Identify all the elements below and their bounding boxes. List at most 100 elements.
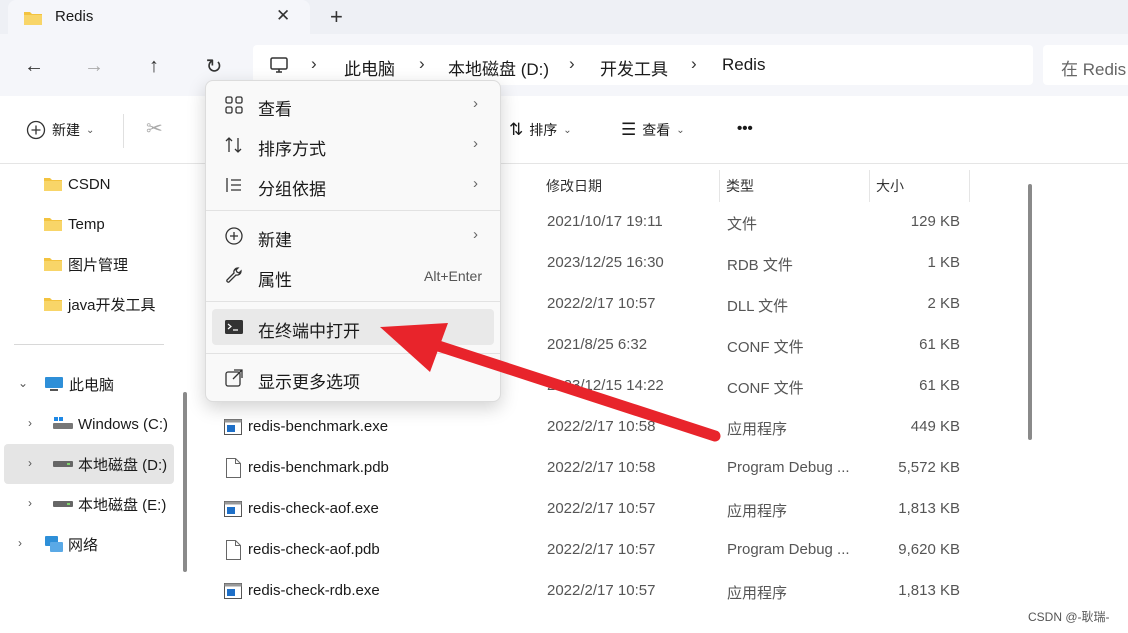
file-type: CONF 文件 [727,380,804,397]
column-label: 类型 [726,178,754,194]
chevron-down-icon: ⌄ [676,124,685,136]
sort-button[interactable]: ⇅ 排序 ⌄ [509,120,572,140]
sidebar-item-java-tools[interactable]: java开发工具 [44,284,156,324]
back-arrow-icon[interactable]: ← [21,53,47,79]
sidebar-item-temp[interactable]: Temp [44,204,105,244]
file-icon [226,540,241,560]
file-size: 9,620 KB [898,541,960,558]
navigation-pane: CSDN Temp 图片管理 java开发工具 ⌄ 此电脑 › Windows … [0,164,190,633]
drive-icon [53,501,73,507]
file-type: Program Debug ... [727,541,850,558]
grid-icon [225,96,243,114]
view-button[interactable]: ☰ 查看 ⌄ [621,120,685,140]
menu-item-properties[interactable]: 属性 Alt+Enter [212,258,494,294]
sidebar-item-label: 网络 [68,536,99,554]
breadcrumb-redis[interactable]: Redis [722,55,765,75]
menu-item-new[interactable]: 新建 › [212,218,494,254]
file-type: DLL 文件 [727,298,789,315]
chevron-right-icon[interactable]: › [28,456,32,470]
sidebar-item-drive-c[interactable]: Windows (C:) [52,404,168,444]
file-row[interactable]: redis-benchmark.pdb 2022/2/17 10:58 Progra… [196,448,976,489]
file-modified: 2022/2/17 10:58 [547,418,656,435]
file-modified: 2022/2/17 10:57 [547,295,656,312]
new-tab-button[interactable]: + [330,4,343,30]
new-label: 新建 [52,122,80,138]
chevron-right-icon[interactable]: › [28,496,32,510]
menu-item-view[interactable]: 查看 › [212,87,494,123]
chevron-down-icon: ⌄ [86,124,95,136]
file-row[interactable]: redis-check-rdb.exe 2022/2/17 10:57 应用程序 1,… [196,571,976,612]
tab-title: Redis [55,8,94,25]
menu-item-sort-by[interactable]: 排序方式 › [212,127,494,163]
file-modified: 2022/2/17 10:57 [547,582,656,599]
more-options-icon[interactable]: ••• [737,120,753,137]
file-row[interactable]: redis-check-aof.exe 2022/2/17 10:57 应用程序 1,… [196,489,976,530]
forward-arrow-icon[interactable]: → [81,53,107,79]
sidebar-item-network[interactable]: 网络 [44,524,98,564]
chevron-right-icon[interactable]: › [18,536,22,550]
sidebar-item-this-pc[interactable]: 此电脑 [44,364,114,404]
chevron-right-icon: › [691,54,697,73]
file-size: 1 KB [927,254,960,271]
column-header-size[interactable]: 大小 [866,170,970,202]
menu-item-open-in-terminal[interactable]: 在终端中打开 [212,309,494,345]
tab-redis[interactable]: Redis ✕ [8,0,310,36]
file-size: 61 KB [919,336,960,353]
menu-divider [206,353,500,354]
up-arrow-icon[interactable]: ↑ [141,53,167,79]
menu-item-show-more-options[interactable]: 显示更多选项 [212,360,494,396]
file-size: 5,572 KB [898,459,960,476]
sidebar-item-label: 本地磁盘 (E:) [78,496,167,514]
folder-icon [44,218,62,231]
sort-label: 排序 [529,122,558,138]
close-icon[interactable]: ✕ [276,6,290,26]
sidebar-item-drive-e[interactable]: 本地磁盘 (E:) [52,484,166,524]
breadcrumb-dev-tools[interactable]: 开发工具 [600,55,668,80]
chevron-right-icon: › [473,135,478,152]
file-modified: 2022/2/17 10:57 [547,500,656,517]
title-bar: Redis ✕ + [0,0,1128,36]
sidebar-item-drive-d[interactable]: 本地磁盘 (D:) [52,444,167,484]
refresh-icon[interactable]: ↻ [201,53,227,79]
command-bar: 新建 ⌄ ✂ ⇅ 排序 ⌄ ☰ 查看 ⌄ ••• [0,96,1128,164]
file-list-scrollbar[interactable] [1028,184,1032,440]
chevron-right-icon: › [569,54,575,73]
file-row[interactable]: redis-check-aof.pdb 2022/2/17 10:57 Progra… [196,530,976,571]
computer-icon [45,377,63,391]
scissors-icon[interactable]: ✂ [146,116,163,141]
folder-icon [44,178,62,191]
new-button[interactable]: 新建 ⌄ [26,120,94,140]
watermark: CSDN @-耿瑞- [1028,610,1110,624]
sidebar-item-csdn[interactable]: CSDN [44,164,111,204]
search-placeholder: 在 Redis [1061,60,1127,79]
external-link-icon [225,369,243,387]
sidebar-item-label: 图片管理 [68,256,129,274]
file-modified: 2022/2/17 10:57 [547,541,656,558]
chevron-right-icon[interactable]: › [28,416,32,430]
computer-icon [270,57,288,73]
column-header-modified[interactable]: 修改日期 [536,170,720,202]
sidebar-item-label: Temp [68,215,105,233]
breadcrumb-drive-d[interactable]: 本地磁盘 (D:) [448,55,549,80]
sidebar-scrollbar[interactable] [183,392,187,572]
sidebar-item-label: java开发工具 [68,296,156,314]
file-size: 1,813 KB [898,500,960,517]
menu-label: 分组依据 [258,180,326,199]
chevron-right-icon: › [311,54,317,73]
sidebar-item-images[interactable]: 图片管理 [44,244,128,284]
file-row[interactable]: redis-benchmark.exe 2022/2/17 10:58 应用程序 44… [196,407,976,448]
chevron-down-icon[interactable]: ⌄ [18,376,28,390]
address-bar[interactable]: › 此电脑 › 本地磁盘 (D:) › 开发工具 › Redis [253,45,1033,85]
view-list-icon: ☰ [621,120,637,139]
file-icon [226,458,241,478]
exe-file-icon [224,583,242,599]
folder-icon [44,258,62,271]
search-input[interactable]: 在 Redis [1043,45,1128,85]
file-name: redis-check-aof.exe [248,500,379,517]
column-header-type[interactable]: 类型 [716,170,870,202]
divider [123,114,124,148]
breadcrumb-this-pc[interactable]: 此电脑 [344,55,395,80]
menu-item-group-by[interactable]: 分组依据 › [212,167,494,203]
sidebar-item-label: CSDN [68,175,111,193]
column-label: 大小 [876,178,904,194]
